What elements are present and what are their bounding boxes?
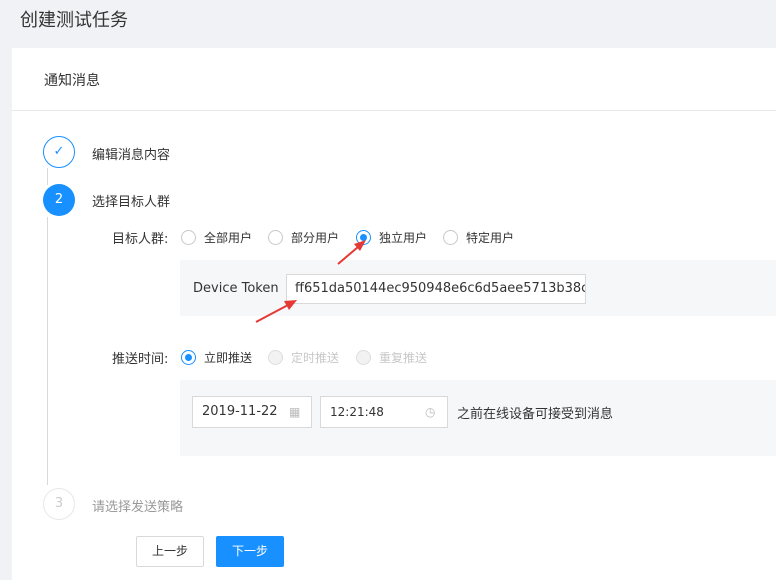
radio-specific-users[interactable]: 特定用户 [443,229,514,246]
radio-push-repeat[interactable]: 重复推送 [356,349,427,366]
radio-circle [181,350,196,365]
radio-partial-users[interactable]: 部分用户 [268,229,339,246]
step-3-title: 请选择发送策略 [92,500,184,515]
radio-label: 特定用户 [466,231,515,245]
push-time-hint: 之前在线设备可接受到消息 [457,407,614,422]
radio-label: 全部用户 [204,231,253,245]
radio-individual-user[interactable]: 独立用户 [356,229,427,246]
radio-push-now[interactable]: 立即推送 [181,349,252,366]
radio-all-users[interactable]: 全部用户 [181,229,252,246]
step-2-title: 选择目标人群 [92,195,171,210]
tab-notification[interactable]: 通知消息 [44,70,100,90]
step-1-check-icon: ✓ [43,136,75,168]
tab-bar: 通知消息 [12,48,776,111]
radio-label: 重复推送 [379,351,428,365]
clock-icon: ◷ [425,405,436,419]
date-picker[interactable]: 2019-11-22 ▦ [192,396,312,428]
radio-circle [356,350,371,365]
radio-label: 部分用户 [291,231,340,245]
radio-push-scheduled[interactable]: 定时推送 [268,349,339,366]
radio-circle [268,230,283,245]
radio-label: 定时推送 [291,351,340,365]
push-time-panel: 2019-11-22 ▦ 12:21:48 ◷ 之前在线设备可接受到消息 [180,380,776,456]
page-title: 创建测试任务 [20,10,128,31]
next-step-button[interactable]: 下一步 [216,536,284,567]
step-connector [47,217,48,485]
step-2-indicator: 2 [43,184,75,216]
radio-label: 独立用户 [379,231,428,245]
device-token-panel: Device Token ff651da50144ec950948e6c6d5a… [180,260,776,316]
radio-label: 立即推送 [204,351,253,365]
time-picker[interactable]: 12:21:48 ◷ [320,396,448,428]
step-connector [47,168,48,185]
radio-circle [443,230,458,245]
step-1-title: 编辑消息内容 [92,148,171,163]
device-token-label: Device Token [193,281,279,296]
radio-circle [268,350,283,365]
calendar-icon: ▦ [289,405,301,419]
time-value: 12:21:48 [330,405,384,419]
radio-circle [181,230,196,245]
step-3-indicator: 3 [43,488,75,520]
radio-circle [356,230,371,245]
push-time-label: 推送时间: [112,352,169,367]
prev-step-button[interactable]: 上一步 [136,536,204,567]
device-token-input[interactable]: ff651da50144ec950948e6c6d5aee5713b38c95 [286,274,586,304]
date-value: 2019-11-22 [202,404,278,419]
target-group-label: 目标人群: [112,232,169,247]
